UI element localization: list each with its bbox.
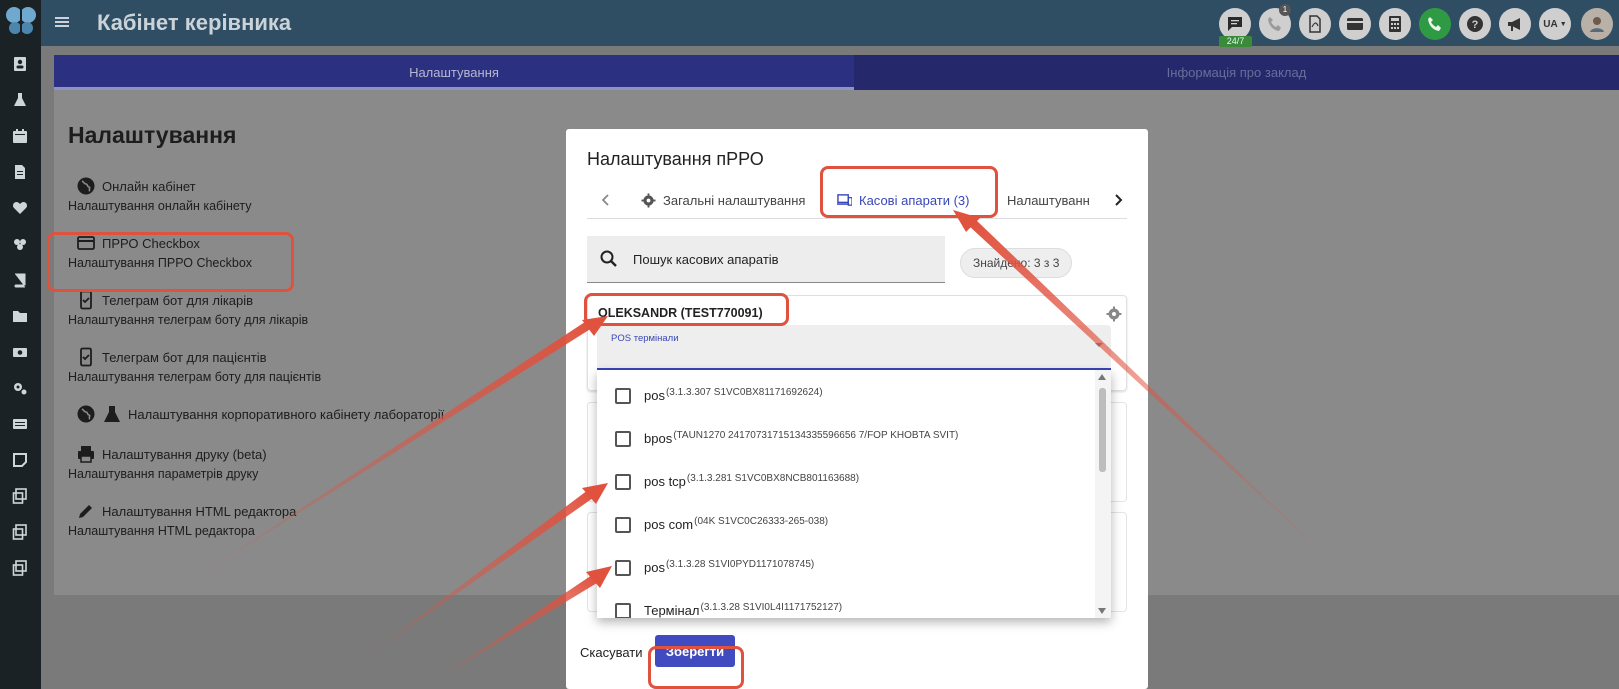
settings-gears-icon[interactable] — [12, 380, 28, 396]
tab-settings[interactable]: Налаштування — [54, 55, 854, 90]
list-item[interactable]: pos (3.1.3.28 S1VI0PYD1171078745) — [597, 546, 1095, 589]
megaphone-icon[interactable] — [1499, 8, 1531, 40]
checkbox[interactable] — [615, 430, 631, 447]
tab-info[interactable]: Інформація про заклад — [854, 55, 1619, 90]
gear-icon[interactable] — [1106, 306, 1122, 322]
app-title: Кабінет керівника — [97, 10, 292, 35]
chevron-right-icon[interactable] — [1109, 191, 1127, 209]
option-lab-cabinet[interactable]: Налаштування корпоративного кабінету лаб… — [68, 403, 444, 425]
copy-icon-2[interactable] — [12, 524, 28, 540]
tab-general-settings[interactable]: Загальні налаштування — [641, 181, 805, 219]
scroll-up-icon[interactable] — [1098, 374, 1106, 380]
note-icon[interactable] — [12, 452, 28, 468]
highlight-prro-option — [47, 232, 294, 292]
checkbox[interactable] — [615, 473, 631, 490]
search-icon — [600, 250, 617, 267]
register-search — [587, 236, 945, 283]
folder-icon[interactable] — [12, 308, 28, 324]
option-html-editor[interactable]: Налаштування HTML редактора Налаштування… — [68, 500, 296, 539]
phone-green-icon[interactable] — [1419, 8, 1451, 40]
search-input[interactable] — [633, 248, 933, 270]
copy-icon-3[interactable] — [12, 560, 28, 576]
language-label: UA — [1543, 18, 1558, 30]
book-icon[interactable] — [12, 272, 28, 288]
pos-terminals-label: POS термінали — [611, 333, 679, 344]
option-telegram-patients[interactable]: Телеграм бот для пацієнтів Налаштування … — [68, 346, 321, 384]
option-online-cabinet[interactable]: Онлайн кабінет Налаштування онлайн кабін… — [68, 175, 252, 213]
gear-icon — [641, 192, 656, 208]
list-item[interactable]: bpos (TAUN1270 24170731715134335596656 7/… — [597, 417, 1095, 460]
users-group-icon[interactable] — [12, 236, 28, 252]
calculator-icon[interactable] — [1379, 8, 1411, 40]
list-item[interactable]: pos com (04K S1VC0C26333-265-038) — [597, 503, 1095, 546]
list-item[interactable]: pos tcp (3.1.3.281 S1VC0BX8NCB801163688) — [597, 460, 1095, 503]
document-icon[interactable] — [12, 164, 28, 180]
scroll-down-icon[interactable] — [1098, 608, 1106, 614]
option-print[interactable]: Налаштування друку (beta) Налаштування п… — [68, 443, 267, 481]
printer-icon — [76, 444, 96, 464]
highlight-cash-tab — [820, 166, 998, 218]
pdf-icon[interactable] — [1299, 8, 1331, 40]
pos-terminals-dropdown: pos (3.1.3.307 S1VC0BX81171692624) bpos (T… — [597, 370, 1111, 618]
highlight-register-name — [584, 293, 789, 326]
list-item[interactable]: pos (3.1.3.307 S1VC0BX81171692624) — [597, 374, 1095, 417]
avatar[interactable] — [1581, 8, 1613, 40]
checkbox[interactable] — [615, 387, 631, 404]
dropdown-scrollbar[interactable] — [1095, 370, 1111, 618]
chevron-down-icon: ▼ — [1559, 20, 1567, 28]
money-icon[interactable] — [12, 344, 28, 360]
pos-terminals-select[interactable]: POS термінали — [597, 325, 1111, 370]
phone-check-icon — [76, 290, 96, 310]
chevron-left-icon[interactable] — [597, 191, 615, 209]
option-telegram-doctors[interactable]: Телеграм бот для лікарів Налаштування те… — [68, 289, 308, 327]
scroll-thumb[interactable] — [1099, 388, 1106, 472]
caret-icon — [1095, 343, 1103, 347]
pencil-icon — [76, 501, 96, 521]
notification-count-badge: 1 — [1279, 4, 1291, 16]
page-tabs: Налаштування Інформація про заклад — [54, 55, 1619, 90]
help-icon[interactable]: ? — [1459, 8, 1491, 40]
svg-text:?: ? — [1472, 19, 1479, 31]
globe-icon — [76, 404, 96, 424]
credit-card-icon[interactable] — [1339, 8, 1371, 40]
flask-icon — [102, 404, 122, 424]
page-title: Налаштування — [68, 122, 237, 148]
list-icon[interactable] — [12, 416, 28, 432]
language-selector[interactable]: UA ▼ — [1539, 8, 1571, 40]
dialog-title: Налаштування пРРО — [587, 149, 764, 169]
phone-check-icon — [76, 347, 96, 367]
checkbox[interactable] — [615, 516, 631, 533]
checkbox[interactable] — [615, 602, 631, 618]
calendar-icon[interactable] — [12, 128, 28, 144]
list-item[interactable]: Термінал (3.1.3.28 S1VI0L4I1171752127) — [597, 589, 1095, 618]
heart-pulse-icon[interactable] — [12, 200, 28, 216]
cancel-button[interactable]: Скасувати — [580, 645, 643, 660]
contacts-icon[interactable] — [12, 56, 28, 72]
highlight-save-button — [648, 646, 744, 689]
copy-icon-1[interactable] — [12, 488, 28, 504]
hamburger-menu-icon[interactable] — [54, 14, 70, 30]
butterfly-logo-icon — [6, 7, 36, 34]
tab-more-settings[interactable]: Налаштуванн — [1007, 181, 1107, 219]
left-rail — [0, 0, 41, 689]
checkbox[interactable] — [615, 559, 631, 576]
globe-icon — [76, 176, 96, 196]
found-count-chip: Знайдено: 3 з 3 — [960, 248, 1073, 278]
support-247-badge: 24/7 — [1219, 36, 1252, 47]
flask-icon[interactable] — [12, 92, 28, 108]
